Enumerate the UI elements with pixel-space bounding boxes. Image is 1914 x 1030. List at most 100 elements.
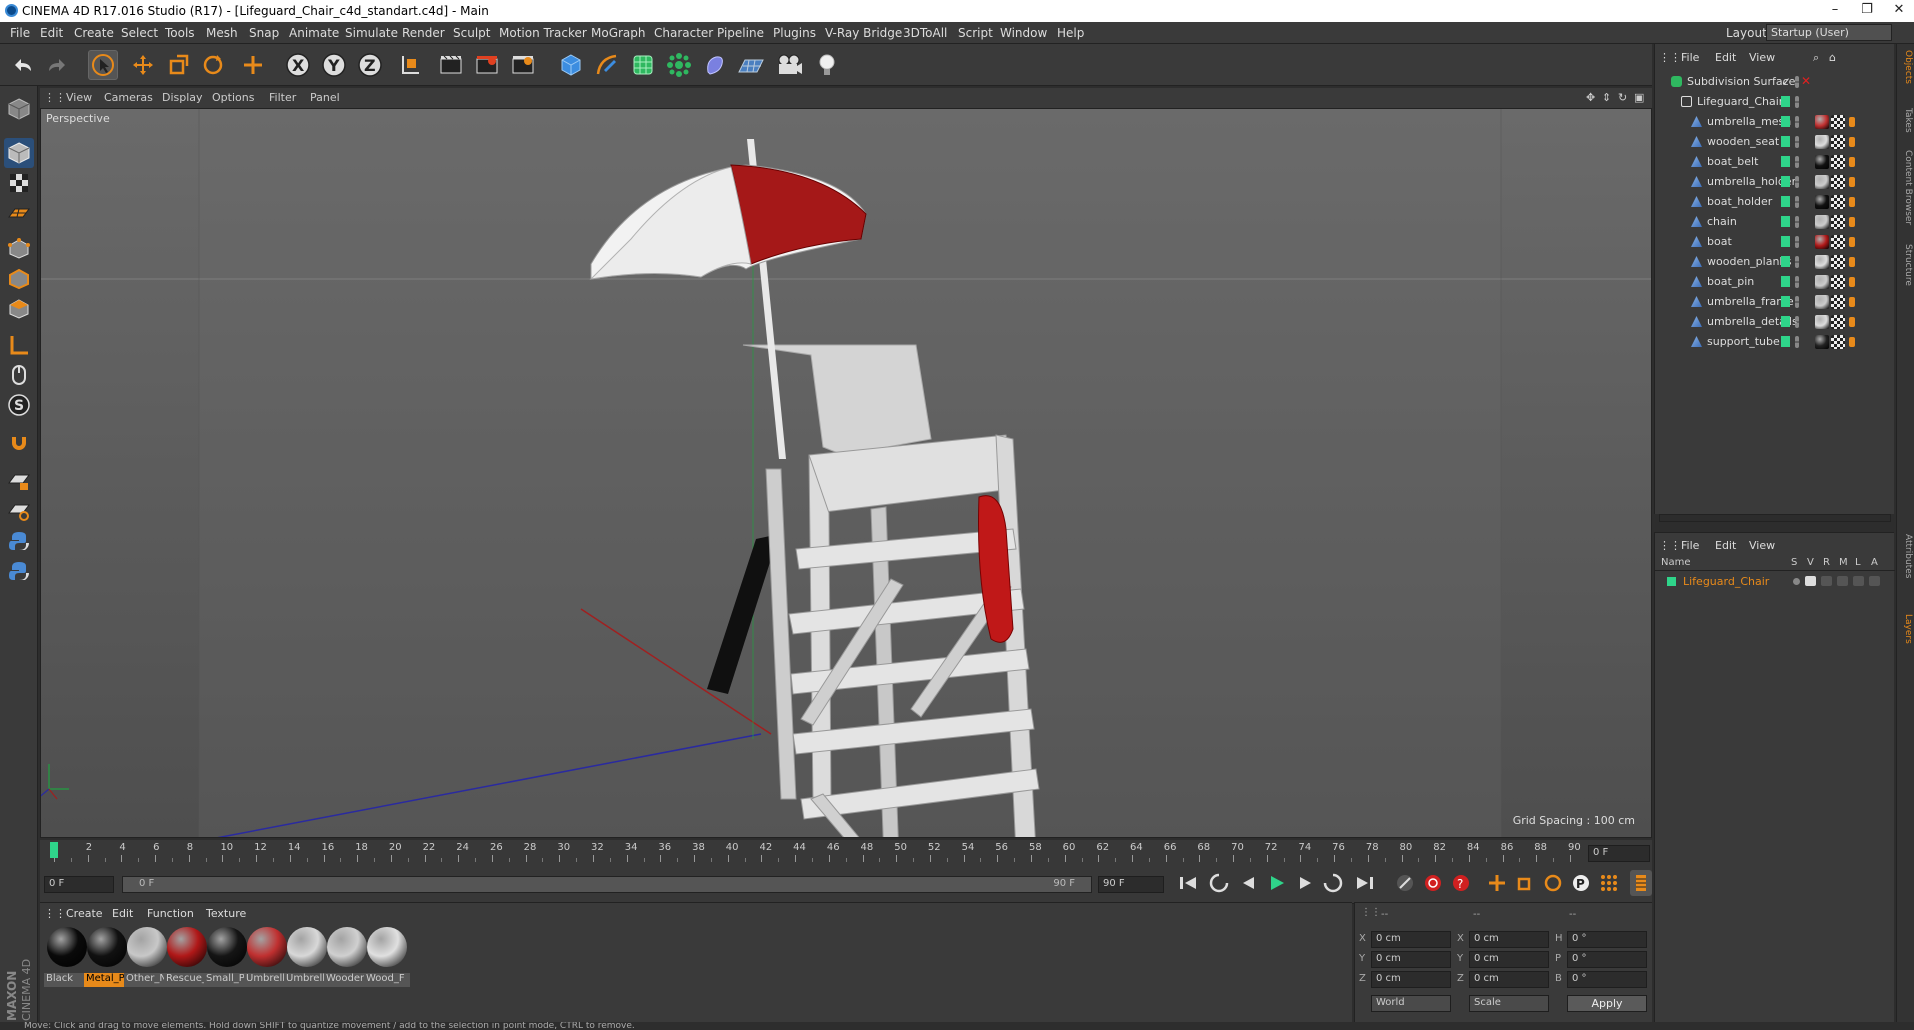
object-row[interactable]: boat_holder <box>1655 192 1895 212</box>
layer-col-name[interactable]: Name <box>1661 557 1691 568</box>
menu-file[interactable]: File <box>10 26 30 40</box>
visibility-dots-icon[interactable] <box>1795 76 1799 88</box>
menu-tools[interactable]: Tools <box>165 26 195 40</box>
visibility-dots-icon[interactable] <box>1795 96 1799 108</box>
object-name[interactable]: boat_belt <box>1707 155 1758 168</box>
goto-next-key-icon[interactable] <box>1320 870 1346 896</box>
pen-icon[interactable] <box>592 50 622 80</box>
object-row[interactable]: Lifeguard_Chair <box>1655 92 1895 112</box>
layer-color-tag[interactable] <box>1781 176 1790 187</box>
object-row[interactable]: umbrella_frame <box>1655 292 1895 312</box>
tab-content-browser[interactable]: Content Browser <box>1899 150 1913 225</box>
texture-tag-icon[interactable] <box>1831 335 1845 349</box>
python-icon[interactable] <box>4 526 34 556</box>
light-icon[interactable] <box>812 50 842 80</box>
perspective-viewport[interactable]: Perspective Grid Spacing: 100 cm <box>40 108 1652 838</box>
x-axis-icon[interactable]: X <box>283 50 313 80</box>
solo-mode-icon[interactable]: S <box>4 390 34 420</box>
texture-tag-icon[interactable] <box>1831 315 1845 329</box>
layer-color-tag[interactable] <box>1781 116 1790 127</box>
objmgr-menu-file[interactable]: File <box>1681 51 1699 64</box>
model-mode-icon[interactable] <box>4 138 34 168</box>
motion-path-icon[interactable] <box>1392 870 1418 896</box>
menu-animate[interactable]: Animate <box>289 26 339 40</box>
workplane-mode-icon[interactable] <box>4 198 34 228</box>
rot-b-field[interactable]: 0 ° <box>1567 971 1647 988</box>
phong-tag-icon[interactable] <box>1849 217 1855 227</box>
pos-y-field[interactable]: 0 cm <box>1371 951 1451 968</box>
object-name[interactable]: wooden_seat <box>1707 135 1779 148</box>
material-swatch[interactable]: Wood_F <box>364 925 410 987</box>
z-axis-icon[interactable]: Z <box>355 50 385 80</box>
object-name[interactable]: chain <box>1707 215 1737 228</box>
objmgr-search-icon[interactable]: ⌕ <box>1813 51 1819 65</box>
phong-tag-icon[interactable] <box>1849 257 1855 267</box>
live-selection-icon[interactable] <box>88 50 118 80</box>
size-mode-select[interactable]: Scale <box>1469 995 1549 1012</box>
objmgr-home-icon[interactable]: ⌂ <box>1829 51 1836 64</box>
python-script-icon[interactable] <box>4 556 34 586</box>
menu-sculpt[interactable]: Sculpt <box>453 26 490 40</box>
viewport-zoom-icon[interactable]: ⇕ <box>1602 91 1611 104</box>
last-tool-icon[interactable] <box>238 50 268 80</box>
layer-col-manager[interactable]: M <box>1839 557 1848 568</box>
layer-name[interactable]: Lifeguard_Chair <box>1683 575 1769 588</box>
tab-layers[interactable]: Layers <box>1899 614 1913 644</box>
objmgr-menu-view[interactable]: View <box>1749 51 1775 64</box>
object-row[interactable]: umbrella_holder <box>1655 172 1895 192</box>
next-frame-icon[interactable] <box>1292 870 1318 896</box>
tweak-mode-icon[interactable] <box>4 360 34 390</box>
object-row[interactable]: Subdivision Surface ✓ ✕ <box>1655 72 1895 92</box>
visibility-dots-icon[interactable] <box>1795 116 1799 128</box>
layer-animation-toggle[interactable] <box>1869 576 1880 586</box>
layer-color-swatch[interactable] <box>1667 577 1676 586</box>
phong-tag-icon[interactable] <box>1849 137 1855 147</box>
phong-tag-icon[interactable] <box>1849 297 1855 307</box>
object-name[interactable]: Lifeguard_Chair <box>1697 95 1783 108</box>
size-z-field[interactable]: 0 cm <box>1469 971 1549 988</box>
visibility-dots-icon[interactable] <box>1795 156 1799 168</box>
viewport-menu-options[interactable]: Options <box>212 91 254 104</box>
object-name[interactable]: boat <box>1707 235 1732 248</box>
enable-axis-icon[interactable] <box>4 330 34 360</box>
layer-color-tag[interactable] <box>1781 216 1790 227</box>
material-tag-icon[interactable] <box>1815 275 1829 289</box>
layer-color-tag[interactable] <box>1781 296 1790 307</box>
object-row[interactable]: wooden_planks <box>1655 252 1895 272</box>
render-view-icon[interactable] <box>436 50 466 80</box>
menu-edit[interactable]: Edit <box>40 26 63 40</box>
laymgr-menu-view[interactable]: View <box>1749 539 1775 552</box>
object-row[interactable]: wooden_seat <box>1655 132 1895 152</box>
layer-color-tag[interactable] <box>1781 256 1790 267</box>
move-icon[interactable] <box>128 50 158 80</box>
phong-tag-icon[interactable] <box>1849 177 1855 187</box>
menu-mograph[interactable]: MoGraph <box>591 26 646 40</box>
object-row[interactable]: support_tube <box>1655 332 1895 352</box>
points-mode-icon[interactable] <box>4 234 34 264</box>
viewport-maximize-icon[interactable]: ▣ <box>1634 91 1644 104</box>
menu-3dtoall[interactable]: 3DToAll <box>903 26 947 40</box>
texture-tag-icon[interactable] <box>1831 195 1845 209</box>
material-menu-texture[interactable]: Texture <box>206 907 246 920</box>
objmgr-menu-edit[interactable]: Edit <box>1715 51 1736 64</box>
layer-color-tag[interactable] <box>1781 236 1790 247</box>
visibility-dots-icon[interactable] <box>1795 216 1799 228</box>
visibility-dots-icon[interactable] <box>1795 136 1799 148</box>
rot-h-field[interactable]: 0 ° <box>1567 931 1647 948</box>
key-pla-icon[interactable] <box>1596 870 1622 896</box>
menu-pipeline[interactable]: Pipeline <box>717 26 764 40</box>
record-keys-icon[interactable] <box>1420 870 1446 896</box>
texture-tag-icon[interactable] <box>1831 255 1845 269</box>
material-tag-icon[interactable] <box>1815 315 1829 329</box>
texture-tag-icon[interactable] <box>1831 235 1845 249</box>
autokeying-icon[interactable]: ? <box>1448 870 1474 896</box>
material-tag-icon[interactable] <box>1815 175 1829 189</box>
material-tag-icon[interactable] <box>1815 115 1829 129</box>
play-icon[interactable] <box>1264 870 1290 896</box>
previous-frame-icon[interactable] <box>1236 870 1262 896</box>
object-name[interactable]: umbrella_mesh <box>1707 115 1791 128</box>
menu-render[interactable]: Render <box>402 26 445 40</box>
minimize-button[interactable]: – <box>1820 2 1850 20</box>
tab-structure[interactable]: Structure <box>1899 244 1913 286</box>
goto-start-icon[interactable] <box>1175 870 1201 896</box>
